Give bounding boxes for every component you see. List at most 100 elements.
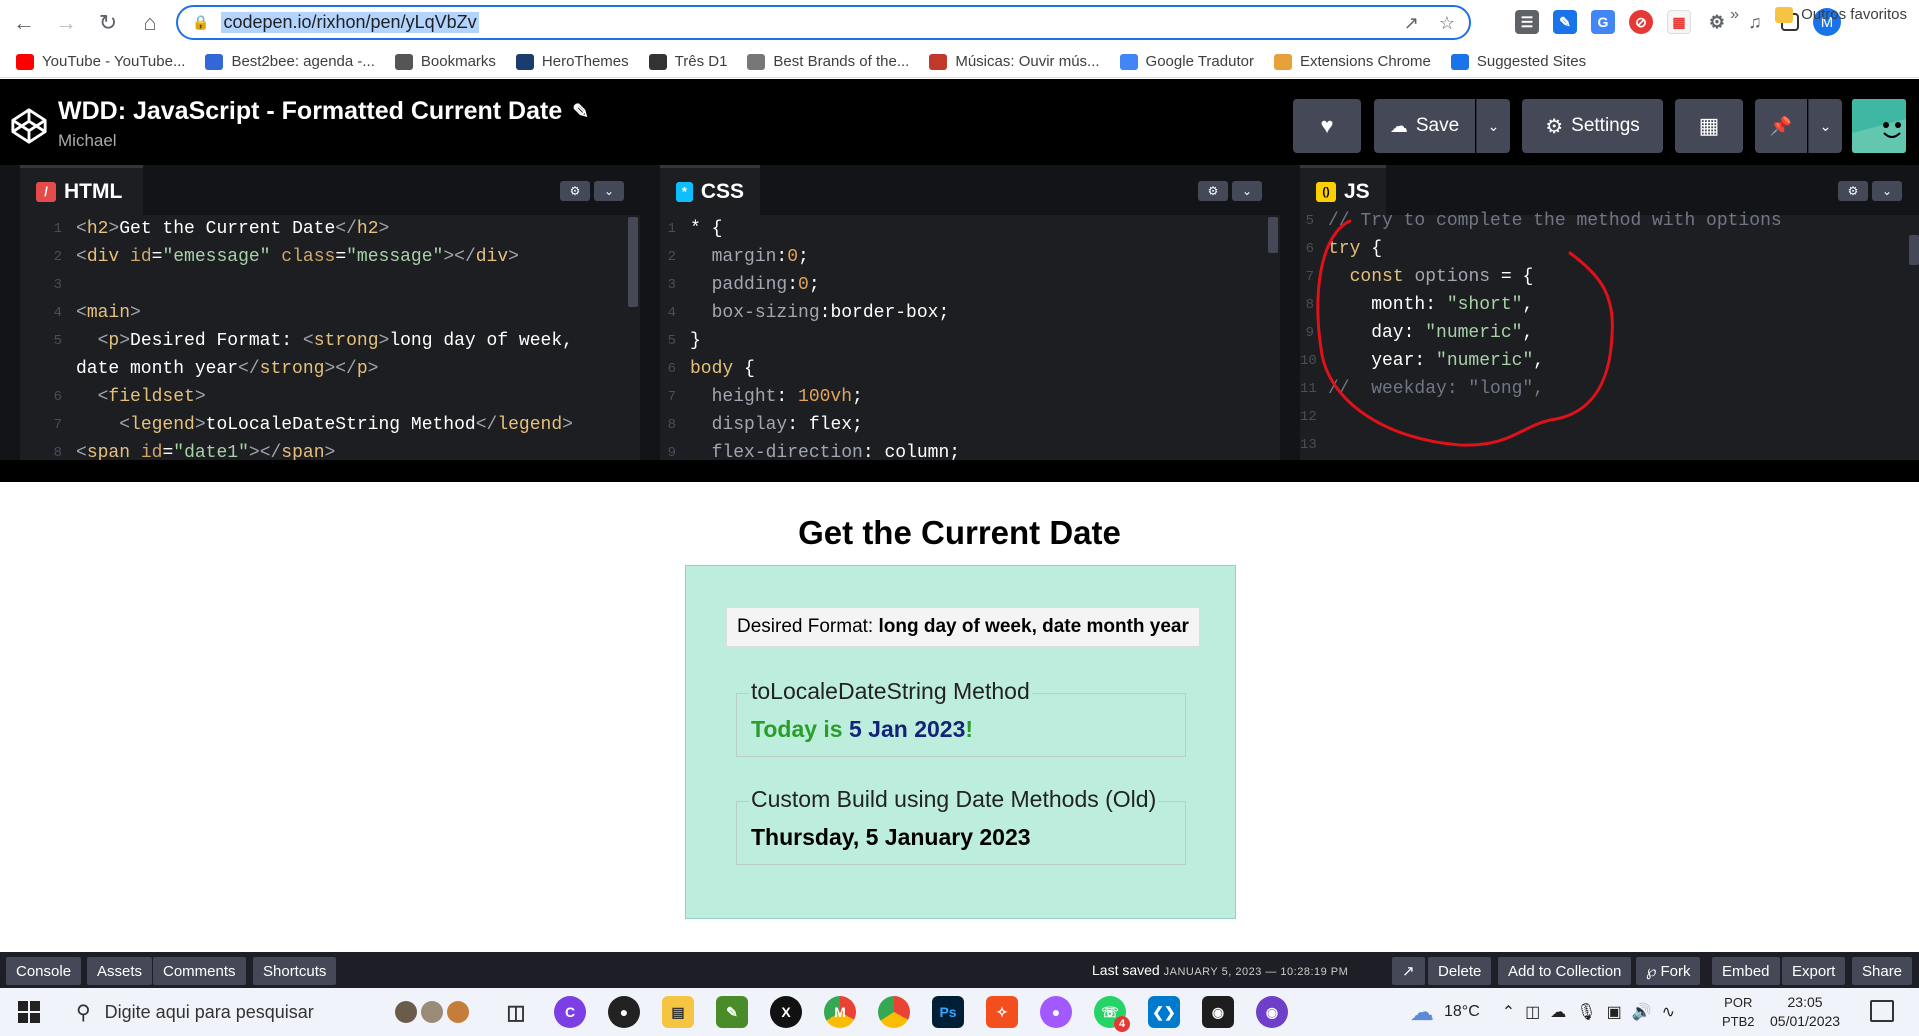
- user-avatar[interactable]: [1852, 99, 1906, 153]
- windows-start-icon[interactable]: [18, 1001, 40, 1023]
- app-icon[interactable]: X: [770, 996, 802, 1028]
- extension-icon[interactable]: ▦: [1667, 10, 1691, 34]
- bookmark-item[interactable]: Best Brands of the...: [747, 53, 909, 70]
- pen-author[interactable]: Michael: [58, 131, 117, 151]
- whatsapp-icon[interactable]: ☏ 4: [1094, 996, 1130, 1032]
- taskbar-search[interactable]: ⚲ Digite aqui para pesquisar: [66, 992, 396, 1032]
- open-external-button[interactable]: ↗: [1392, 957, 1425, 985]
- bookmark-item[interactable]: Extensions Chrome: [1273, 53, 1431, 70]
- vscode-icon[interactable]: ❮❯: [1148, 996, 1180, 1028]
- pen-title[interactable]: WDD: JavaScript - Formatted Current Date…: [58, 97, 589, 126]
- js-pane[interactable]: () JS ⚙ ⌄ 5// Try to complete the method…: [1300, 165, 1919, 460]
- url-text[interactable]: codepen.io/rixhon/pen/yLqVbZv: [221, 12, 479, 33]
- codepen-logo-icon[interactable]: [10, 107, 48, 145]
- display-icon[interactable]: ▣: [1607, 1002, 1622, 1022]
- onedrive-icon[interactable]: ☁: [1550, 1002, 1566, 1022]
- delete-button[interactable]: Delete: [1428, 957, 1492, 985]
- task-view-icon[interactable]: ◫: [500, 996, 532, 1028]
- other-favorites[interactable]: Outros favoritos: [1775, 6, 1907, 23]
- tray-app-icon[interactable]: ◫: [1525, 1002, 1540, 1022]
- tab-css[interactable]: * CSS: [660, 165, 760, 215]
- css-code[interactable]: 1 * { 2 margin:0; 3 padding:0; 4 box-sizi…: [660, 215, 1280, 460]
- app-icon[interactable]: ✎: [716, 996, 748, 1028]
- forward-icon[interactable]: →: [48, 5, 84, 41]
- bookmark-item[interactable]: Best2bee: agenda -...: [205, 53, 375, 70]
- photoshop-icon[interactable]: Ps: [932, 996, 964, 1028]
- like-button[interactable]: ♥: [1293, 99, 1361, 153]
- extension-icon[interactable]: ✎: [1553, 10, 1577, 34]
- html-pane[interactable]: / HTML ⚙ ⌄ 1 <h2>Get the Current Date</h2…: [20, 165, 640, 460]
- css-settings-gear-icon[interactable]: ⚙: [1198, 181, 1228, 201]
- add-to-collection-button[interactable]: Add to Collection: [1498, 957, 1632, 985]
- assets-button[interactable]: Assets: [87, 957, 153, 985]
- pin-dropdown-chevron-icon[interactable]: ⌄: [1808, 99, 1842, 153]
- app-icon[interactable]: ✧: [986, 996, 1018, 1028]
- console-button[interactable]: Console: [6, 957, 82, 985]
- html-code[interactable]: 1 <h2>Get the Current Date</h2> 2 <div id=…: [20, 215, 640, 460]
- bookmark-item[interactable]: Bookmarks: [394, 53, 496, 70]
- html-settings-gear-icon[interactable]: ⚙: [560, 181, 590, 201]
- file-explorer-icon[interactable]: ▤: [662, 996, 694, 1028]
- html-collapse-chevron-icon[interactable]: ⌄: [594, 181, 624, 201]
- tab-html[interactable]: / HTML: [20, 165, 143, 215]
- notification-center-icon[interactable]: [1870, 1000, 1894, 1022]
- home-icon[interactable]: ⌂: [132, 5, 168, 41]
- desired-format: Desired Format: long day of week, date m…: [726, 607, 1200, 647]
- github-icon[interactable]: ◉: [1256, 996, 1288, 1028]
- search-highlight-icon[interactable]: [395, 996, 475, 1028]
- media-icon[interactable]: ♫: [1743, 10, 1767, 34]
- tray-chevron-icon[interactable]: ⌃: [1502, 1002, 1515, 1022]
- css-collapse-chevron-icon[interactable]: ⌄: [1232, 181, 1262, 201]
- messenger-icon[interactable]: ●: [1040, 996, 1072, 1028]
- language-indicator[interactable]: POR PTB2: [1722, 993, 1755, 1031]
- shortcuts-button[interactable]: Shortcuts: [253, 957, 337, 985]
- puzzle-icon[interactable]: ⚙: [1705, 10, 1729, 34]
- js-collapse-chevron-icon[interactable]: ⌄: [1872, 181, 1902, 201]
- pin-button[interactable]: 📌: [1755, 99, 1807, 153]
- microphone-icon[interactable]: 🎙: [1576, 1002, 1596, 1022]
- obs-icon[interactable]: ●: [608, 996, 640, 1028]
- bookmark-item[interactable]: Google Tradutor: [1119, 53, 1254, 70]
- css-scrollbar[interactable]: [1268, 217, 1278, 253]
- star-icon[interactable]: ☆: [1439, 13, 1455, 34]
- address-bar[interactable]: 🔒 codepen.io/rixhon/pen/yLqVbZv ↗ ☆: [176, 5, 1471, 40]
- css-pane[interactable]: * CSS ⚙ ⌄ 1 * { 2 margin:0; 3 padding:0; …: [660, 165, 1280, 460]
- taskbar-clock[interactable]: 23:05 05/01/2023: [1770, 993, 1840, 1031]
- edit-pencil-icon[interactable]: ✎: [572, 99, 589, 124]
- fork-button[interactable]: ℘ Fork: [1636, 957, 1701, 985]
- fork-icon: ℘: [1646, 963, 1657, 980]
- figma-icon[interactable]: ◉: [1202, 996, 1234, 1028]
- weather-cloud-icon[interactable]: ☁: [1410, 998, 1434, 1027]
- bookmark-item[interactable]: Três D1: [648, 53, 727, 70]
- bookmark-item[interactable]: YouTube - YouTube...: [16, 53, 185, 70]
- layout-button[interactable]: ▦: [1675, 99, 1743, 153]
- js-settings-gear-icon[interactable]: ⚙: [1838, 181, 1868, 201]
- speaker-icon[interactable]: 🔊: [1632, 1002, 1652, 1022]
- extension-icon[interactable]: ☰: [1515, 10, 1539, 34]
- editor-preview-resizer[interactable]: [0, 460, 1919, 482]
- chrome-icon[interactable]: [878, 996, 910, 1028]
- share-button[interactable]: Share: [1852, 957, 1913, 985]
- embed-button[interactable]: Embed: [1712, 957, 1780, 985]
- translate-icon[interactable]: G: [1591, 10, 1615, 34]
- bookmark-item[interactable]: Suggested Sites: [1450, 53, 1586, 70]
- bookmark-favicon-icon: [929, 53, 948, 70]
- settings-button[interactable]: ⚙ Settings: [1522, 99, 1663, 153]
- bookmark-item[interactable]: HeroThemes: [515, 53, 629, 70]
- reload-icon[interactable]: ↻: [90, 5, 126, 41]
- back-icon[interactable]: ←: [6, 5, 42, 41]
- share-icon[interactable]: ↗: [1404, 13, 1419, 34]
- html-scrollbar[interactable]: [628, 217, 638, 307]
- save-dropdown-chevron-icon[interactable]: ⌄: [1476, 99, 1510, 153]
- extension-icon[interactable]: ⊘: [1629, 10, 1653, 34]
- save-button[interactable]: ☁ Save: [1374, 99, 1475, 153]
- chrome-icon[interactable]: M: [824, 996, 856, 1028]
- weather-temp[interactable]: 18°C: [1444, 1003, 1480, 1021]
- js-scrollbar[interactable]: [1909, 235, 1919, 265]
- app-icon[interactable]: C: [554, 996, 586, 1028]
- export-button[interactable]: Export: [1782, 957, 1846, 985]
- comments-button[interactable]: Comments: [153, 957, 246, 985]
- wifi-icon[interactable]: ∿: [1662, 1002, 1675, 1022]
- bookmarks-more[interactable]: »: [1730, 6, 1739, 24]
- bookmark-item[interactable]: Músicas: Ouvir mús...: [929, 53, 1100, 70]
